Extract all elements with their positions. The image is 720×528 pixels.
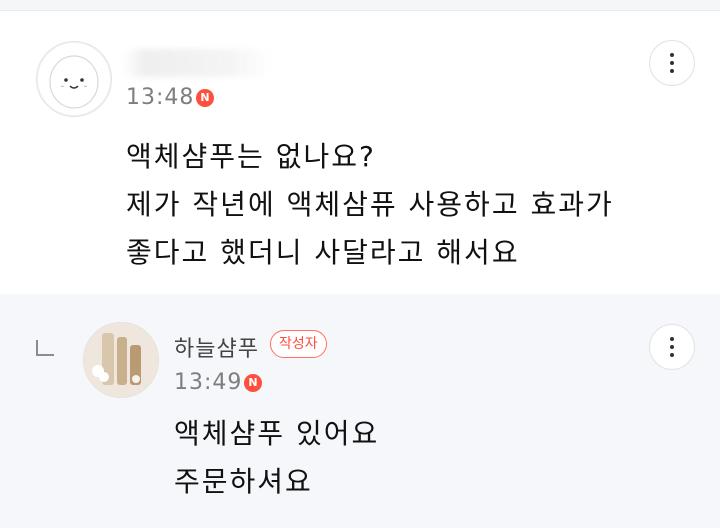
new-badge-icon: N — [244, 374, 262, 392]
author-tag: 작성자 — [270, 330, 327, 358]
reply-item: 하늘샴푸 작성자 13:49 N 액체샴푸 있어요 주문하셔요 — [0, 294, 720, 528]
comment-time: 13:48 — [126, 85, 195, 110]
comment-item: 13:48 N 액체샴푸는 없나요? 제가 작년에 액체삼퓨 사용하고 효과가 … — [0, 11, 720, 294]
comment-time: 13:49 — [174, 370, 243, 395]
comment-line: 좋다고 했더니 사달라고 해서요 — [126, 236, 520, 269]
more-vertical-icon — [670, 53, 674, 57]
reply-text: 액체샴푸 있어요 주문하셔요 — [174, 410, 379, 506]
author-name[interactable]: 하늘샴푸 — [174, 331, 259, 363]
new-badge-icon: N — [196, 89, 214, 107]
reply-line: 주문하셔요 — [174, 465, 313, 498]
comment-text: 액체샴푸는 없나요? 제가 작년에 액체삼퓨 사용하고 효과가 좋다고 했더니 … — [126, 133, 614, 277]
comment-line: 액체샴푸는 없나요? — [126, 140, 376, 173]
reply-arrow-icon — [36, 340, 54, 356]
avatar[interactable] — [36, 41, 112, 117]
more-vertical-icon — [670, 337, 674, 341]
top-separator — [0, 0, 720, 11]
comment-line: 제가 작년에 액체삼퓨 사용하고 효과가 — [126, 188, 614, 221]
reply-line: 액체샴푸 있어요 — [174, 417, 380, 450]
author-name-blurred — [122, 49, 272, 77]
more-options-button[interactable] — [649, 40, 695, 86]
avatar-face-icon — [49, 55, 99, 109]
avatar[interactable] — [83, 322, 159, 398]
product-photo-icon — [84, 323, 158, 397]
more-options-button[interactable] — [649, 324, 695, 370]
